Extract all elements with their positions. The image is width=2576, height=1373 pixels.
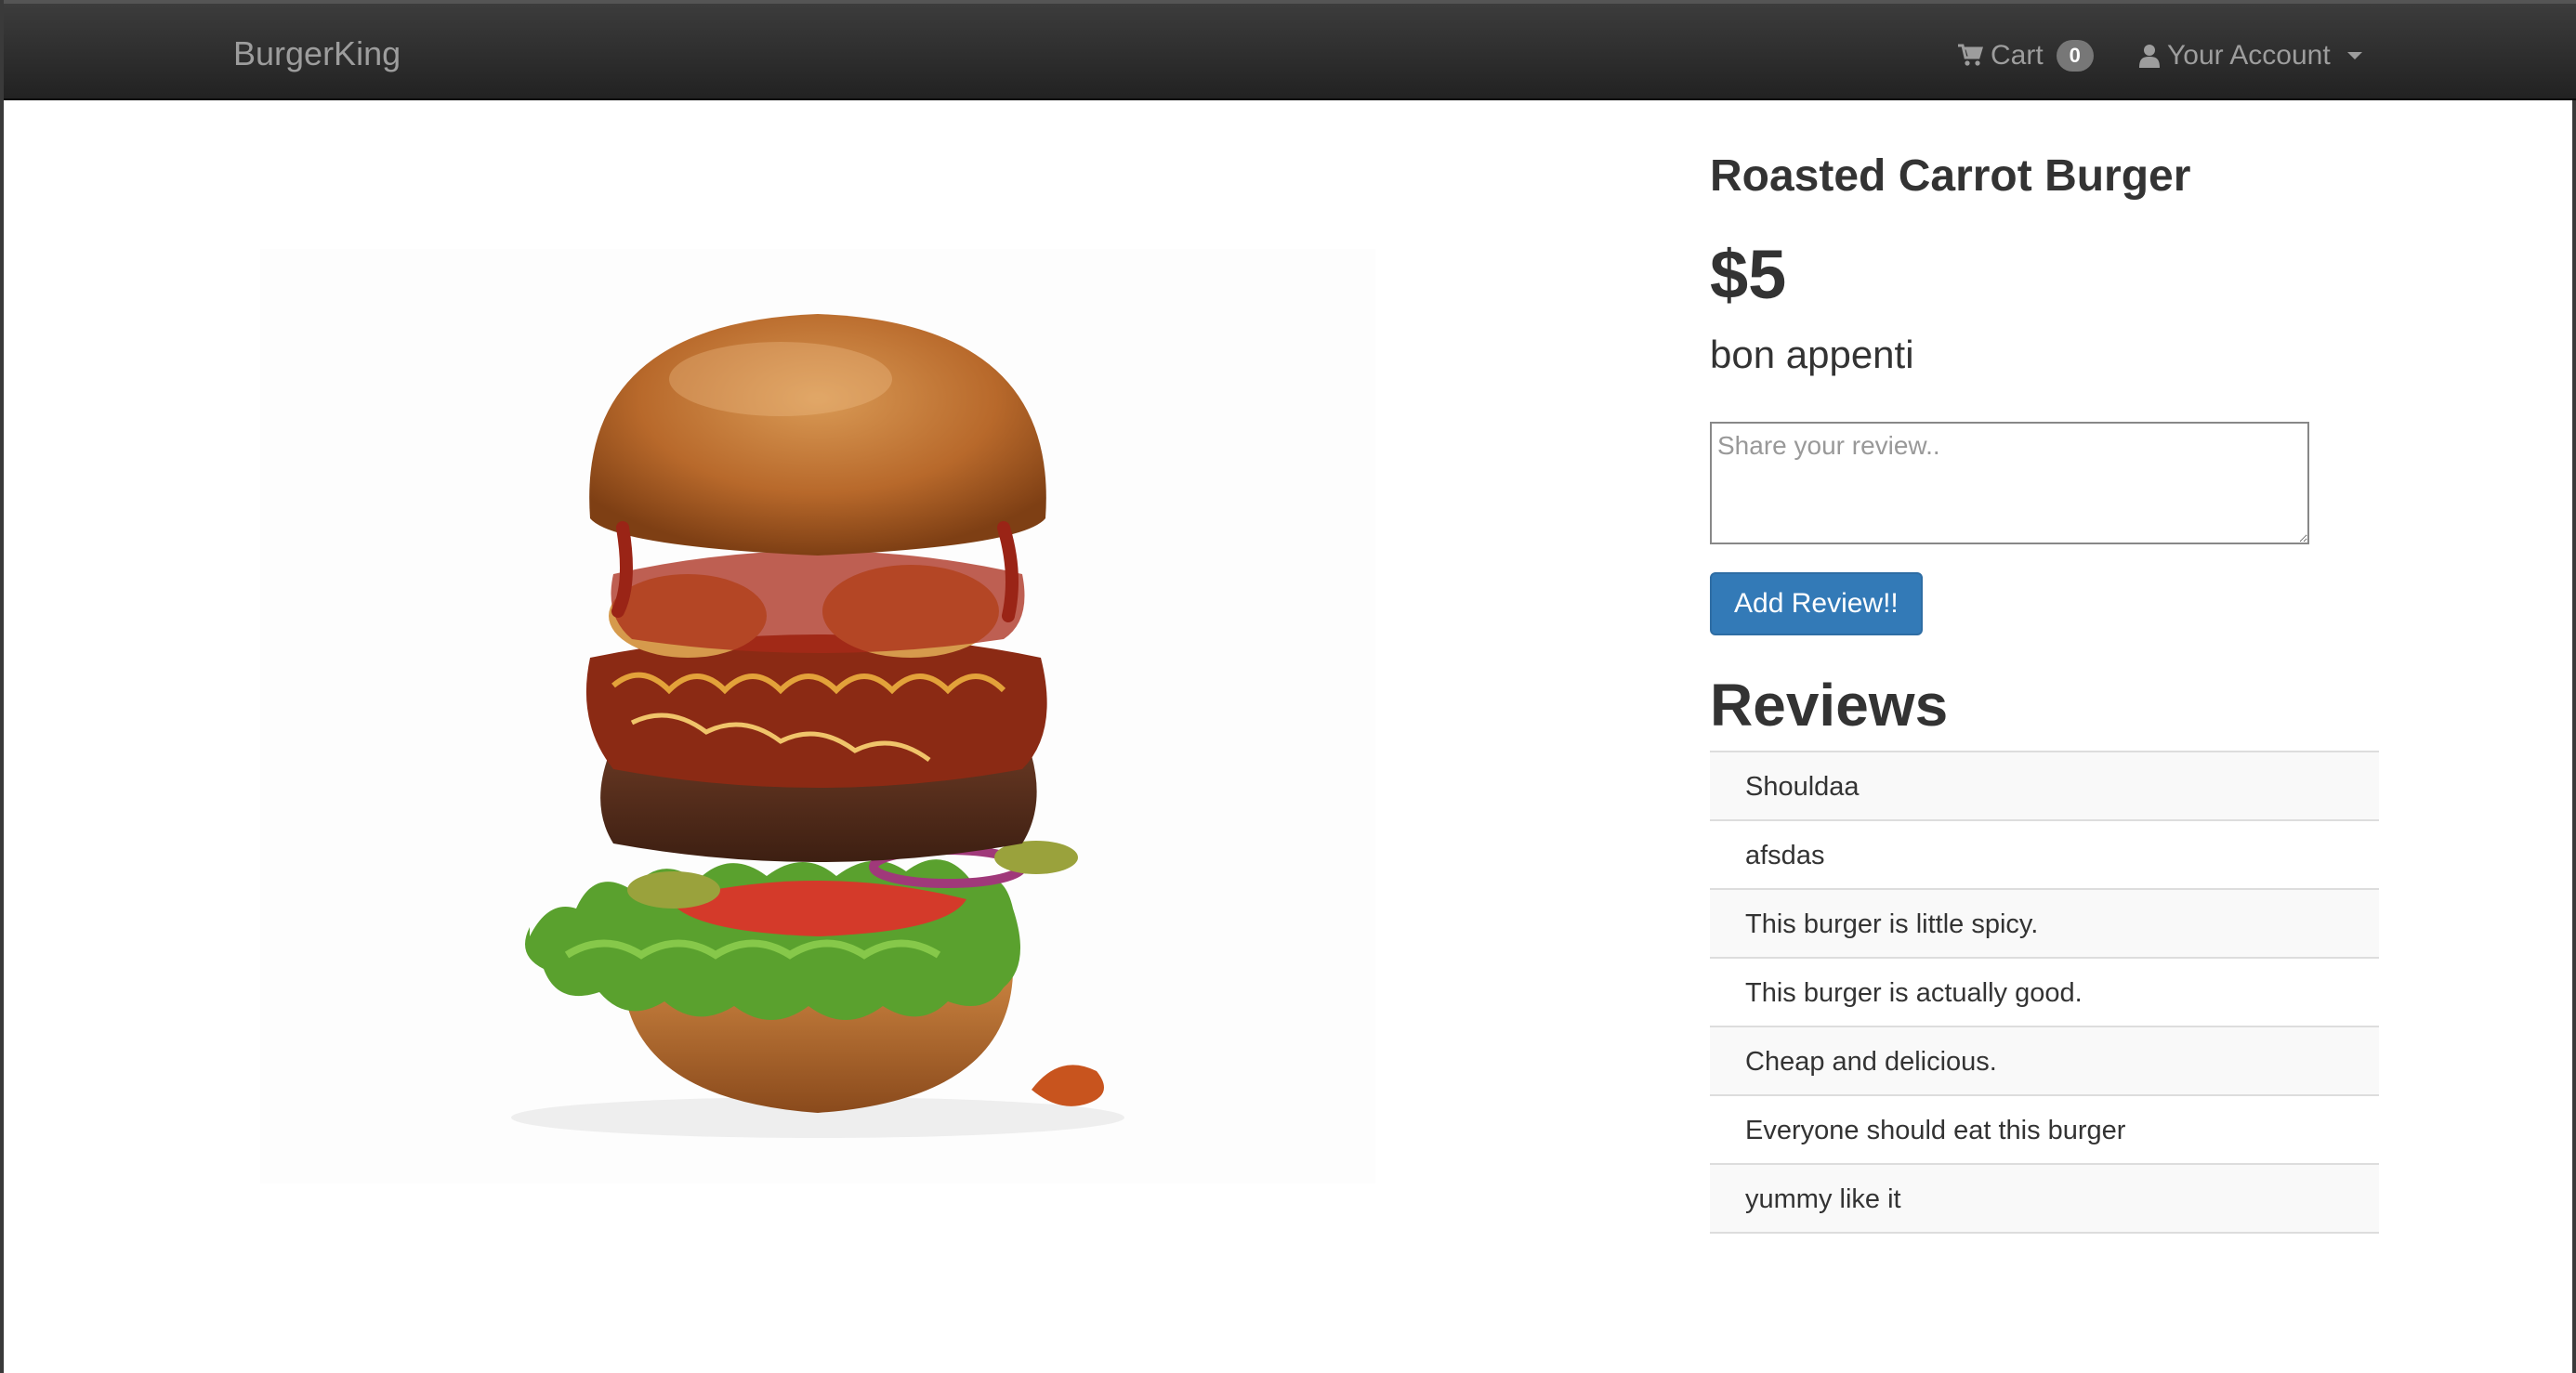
- reviews-heading: Reviews: [1710, 672, 1949, 739]
- brand-link[interactable]: BurgerKing: [233, 32, 401, 76]
- burger-illustration: [511, 314, 1124, 1138]
- review-item: Everyone should eat this burger: [1710, 1096, 2379, 1165]
- product-price: $5: [1710, 236, 1787, 313]
- review-list: Shouldaa afsdas This burger is little sp…: [1710, 751, 2379, 1234]
- review-input[interactable]: [1710, 422, 2309, 544]
- top-navbar: BurgerKing Cart 0 Your Account: [4, 0, 2576, 100]
- product-image: [260, 249, 1375, 1183]
- chevron-down-icon: [2346, 52, 2362, 59]
- product-tagline: bon appenti: [1710, 333, 1914, 376]
- shopping-cart-icon: [1958, 44, 1983, 66]
- account-dropdown[interactable]: Your Account: [2139, 35, 2362, 76]
- account-label: Your Account: [2167, 40, 2331, 71]
- review-item: afsdas: [1710, 821, 2379, 890]
- review-item: This burger is little spicy.: [1710, 890, 2379, 959]
- review-item: yummy like it: [1710, 1165, 2379, 1234]
- product-title: Roasted Carrot Burger: [1710, 151, 2191, 201]
- review-item: Cheap and delicious.: [1710, 1027, 2379, 1096]
- cart-link[interactable]: Cart 0: [1957, 35, 2094, 76]
- product-details: Roasted Carrot Burger $5 bon appenti Add…: [1710, 139, 2379, 1234]
- add-review-button[interactable]: Add Review!!: [1710, 572, 1923, 635]
- review-item: Shouldaa: [1710, 752, 2379, 821]
- app-window: BurgerKing Cart 0 Your Account Roasted C…: [0, 0, 2576, 1373]
- review-item: This burger is actually good.: [1710, 959, 2379, 1027]
- cart-count-badge: 0: [2056, 40, 2094, 72]
- user-icon: [2139, 45, 2160, 68]
- cart-label: Cart: [1991, 40, 2044, 71]
